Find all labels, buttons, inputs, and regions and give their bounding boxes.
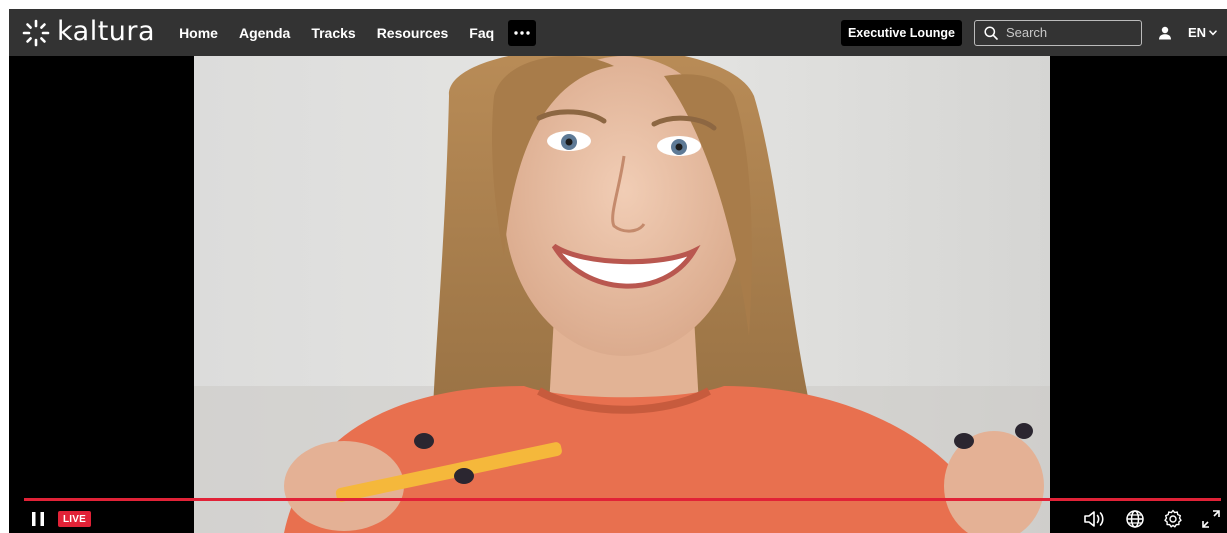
search-box[interactable]	[973, 19, 1142, 46]
nav-link-agenda[interactable]: Agenda	[239, 25, 290, 41]
nav-link-home[interactable]: Home	[179, 25, 218, 41]
video-stream[interactable]	[194, 56, 1050, 533]
progress-bar-fill	[24, 498, 1221, 501]
executive-lounge-button[interactable]: Executive Lounge	[840, 19, 962, 46]
language-label: EN	[1187, 25, 1206, 40]
event-page: kaltura Home Agenda Tracks Resources Faq…	[9, 9, 1227, 533]
progress-bar[interactable]	[24, 498, 1221, 501]
search-input[interactable]	[1003, 24, 1138, 41]
pause-icon	[32, 511, 44, 526]
kaltura-logo[interactable]: kaltura	[22, 9, 155, 56]
more-menu-button[interactable]	[508, 19, 537, 46]
fullscreen-button[interactable]	[1201, 509, 1221, 529]
top-navbar: kaltura Home Agenda Tracks Resources Faq…	[9, 9, 1227, 56]
user-menu-button[interactable]	[1158, 26, 1172, 40]
ellipsis-icon	[514, 30, 530, 35]
volume-icon	[1084, 510, 1104, 527]
chevron-down-icon	[1209, 29, 1217, 35]
globe-icon	[1126, 509, 1144, 528]
settings-button[interactable]	[1163, 509, 1183, 529]
nav-link-resources[interactable]: Resources	[377, 25, 449, 41]
pause-button[interactable]	[31, 511, 45, 527]
kaltura-sparkle-icon	[22, 19, 50, 46]
language-captions-button[interactable]	[1125, 509, 1145, 529]
search-icon	[984, 25, 998, 40]
live-badge[interactable]: LIVE	[58, 510, 92, 527]
settings-icon	[1164, 509, 1182, 527]
player-controls: LIVE	[9, 504, 1227, 533]
language-selector[interactable]: EN	[1188, 25, 1217, 40]
header-actions: Executive Lounge EN	[840, 19, 1227, 46]
user-icon	[1158, 26, 1171, 39]
brand-name: kaltura	[57, 15, 156, 47]
video-frame-image	[194, 56, 1050, 533]
volume-button[interactable]	[1083, 509, 1107, 529]
player-controls-right	[1065, 509, 1221, 529]
fullscreen-icon	[1202, 509, 1220, 528]
nav-link-tracks[interactable]: Tracks	[311, 25, 355, 41]
main-nav: Home Agenda Tracks Resources Faq	[179, 19, 537, 46]
nav-link-faq[interactable]: Faq	[469, 25, 494, 41]
